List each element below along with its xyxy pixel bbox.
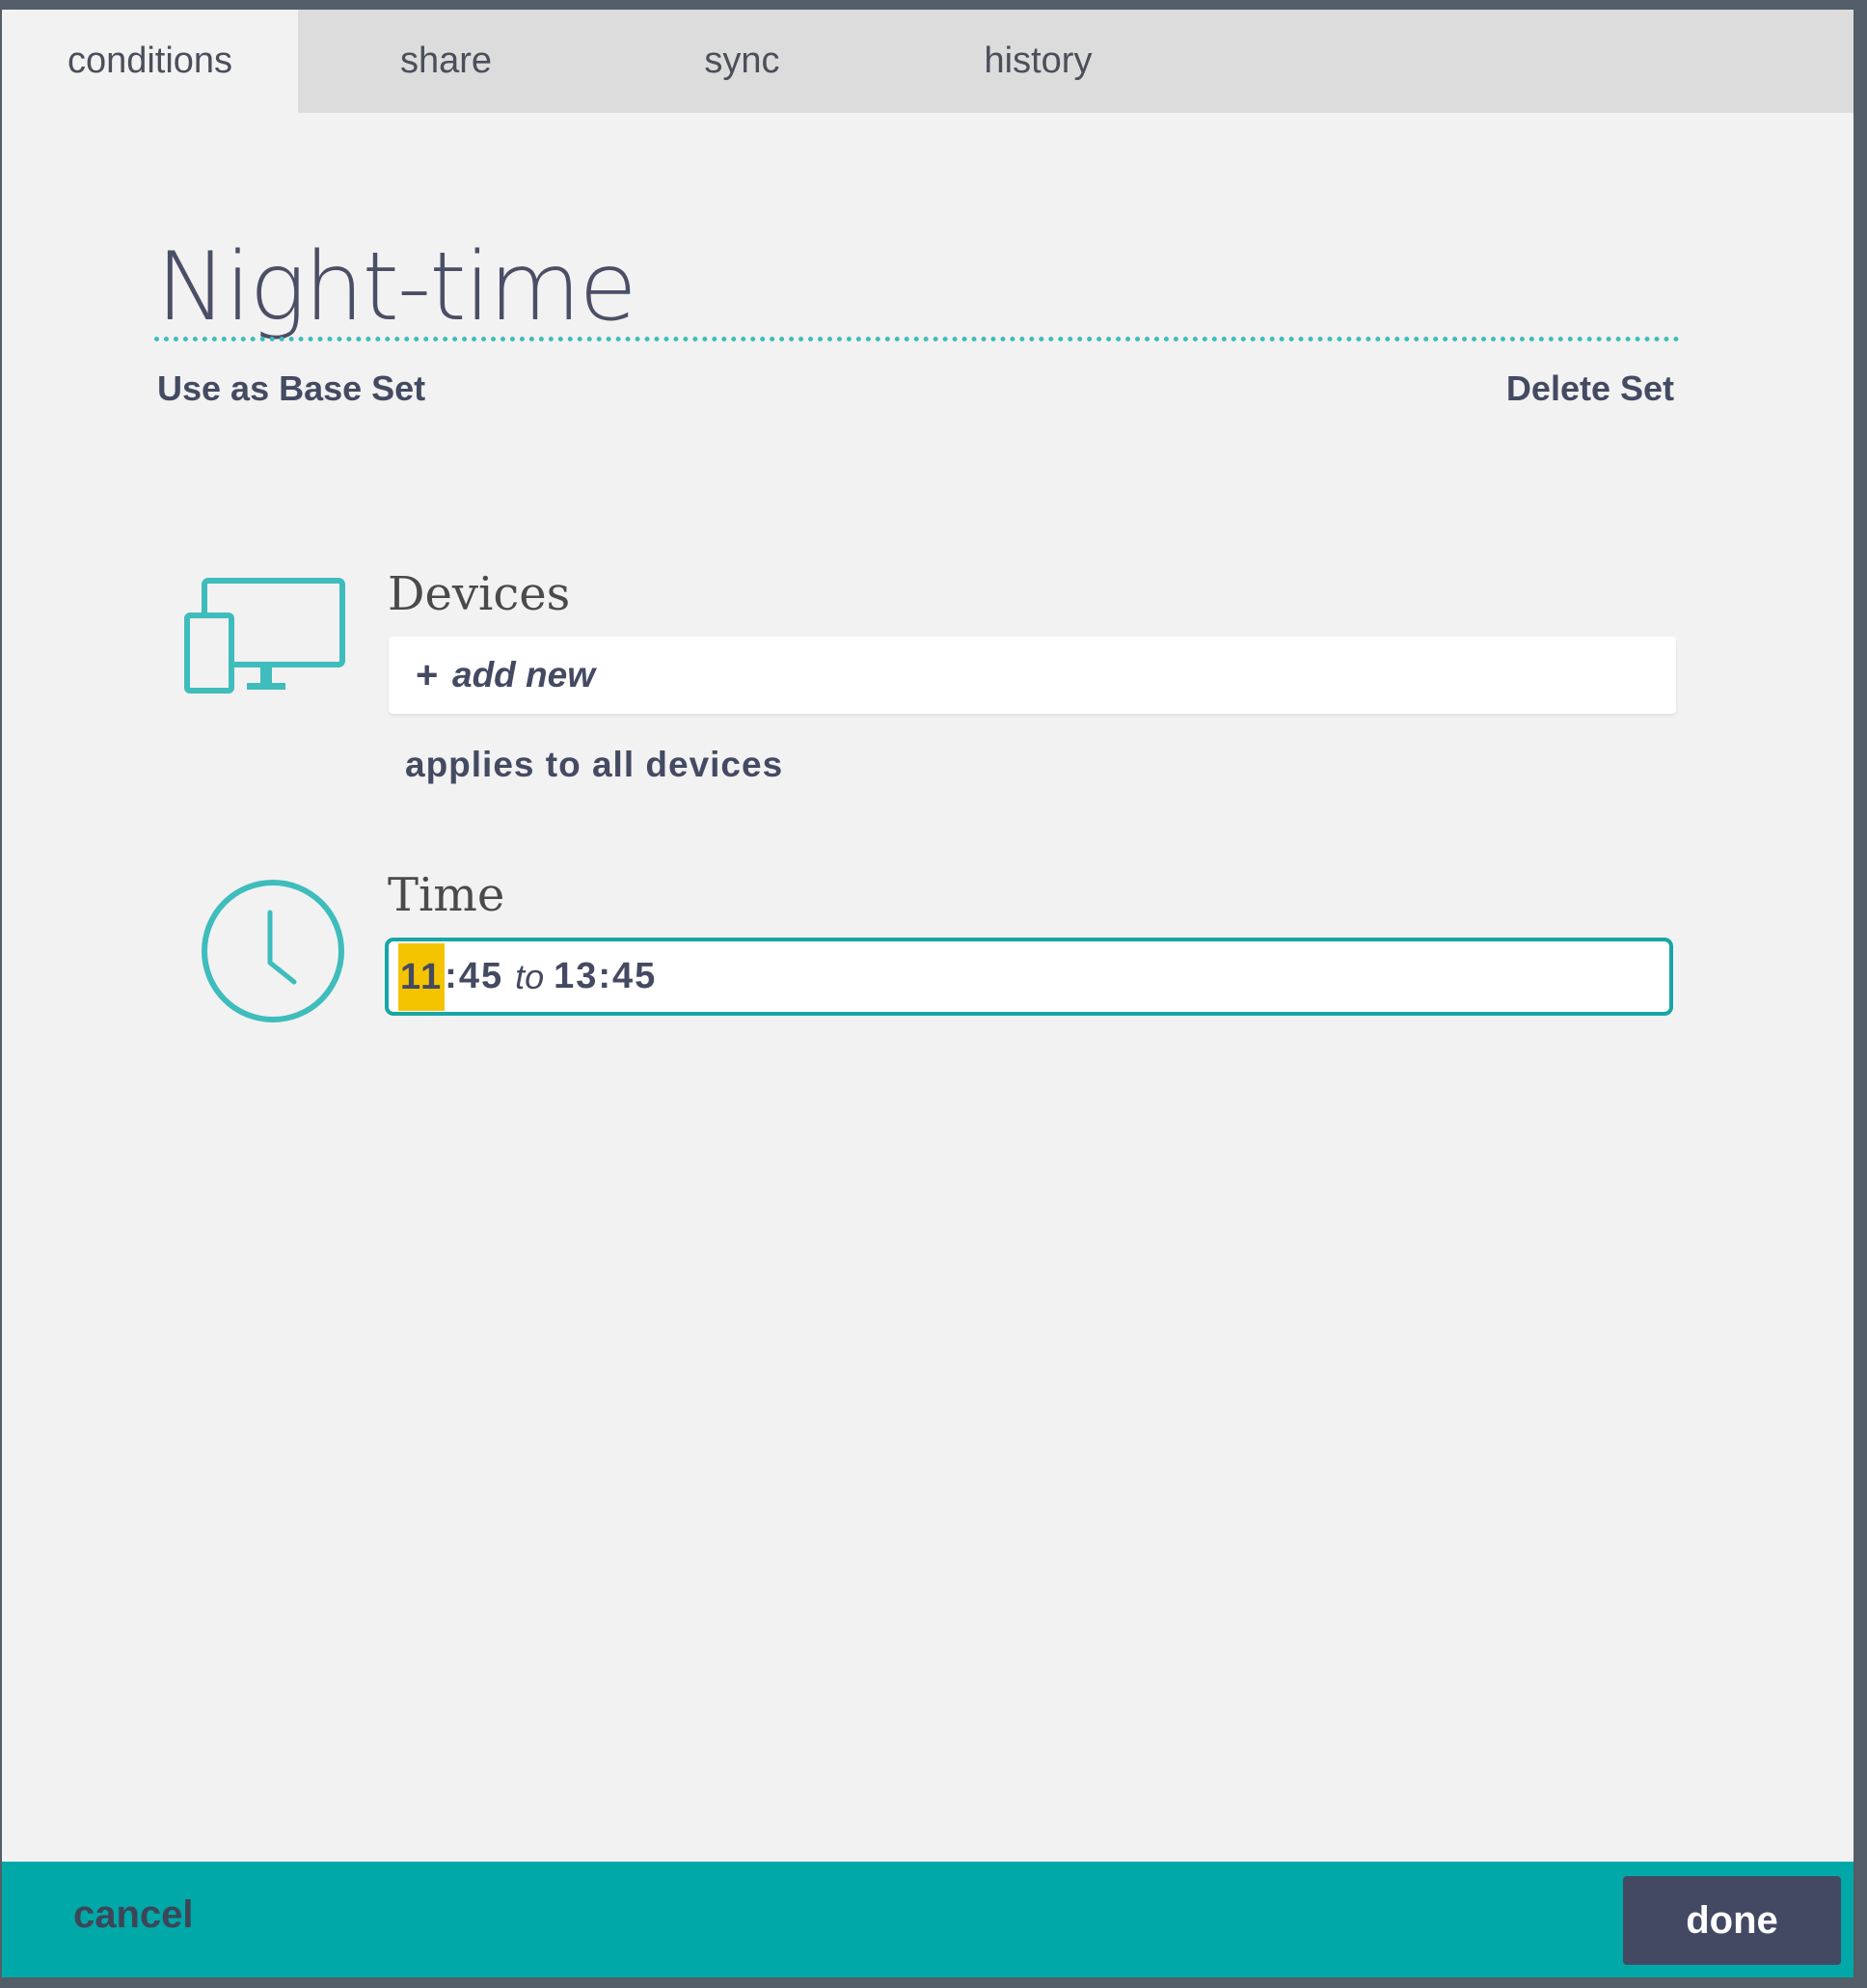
condition-editor-window: conditions share sync history Night-time… [2,10,1853,1977]
title-underline [154,337,1680,341]
tab-bar: conditions share sync history [2,10,1853,113]
time-separator: to [515,956,545,996]
devices-heading: Devices [388,567,571,621]
tab-conditions[interactable]: conditions [2,10,298,113]
done-button[interactable]: done [1623,1876,1841,1965]
tab-sync[interactable]: sync [594,10,890,113]
use-as-base-set-link[interactable]: Use as Base Set [157,368,425,409]
tab-share[interactable]: share [298,10,594,113]
devices-scope-note: applies to all devices [405,745,784,784]
clock-icon [200,878,346,1024]
time-end[interactable]: 13:45 [554,956,657,997]
plus-icon: + [416,653,439,696]
add-new-label: add new [452,655,596,694]
time-range-input[interactable]: 11 :45 to 13:45 [385,938,1673,1016]
footer-bar: cancel done [2,1862,1853,1977]
set-title[interactable]: Night-time [156,239,1670,336]
cancel-button[interactable]: cancel [73,1862,194,1968]
time-start[interactable]: 11 :45 [398,942,503,1011]
devices-icon [183,577,349,696]
time-heading: Time [388,868,505,922]
start-minutes[interactable]: :45 [445,956,503,997]
add-device-button[interactable]: + add new [389,637,1676,714]
tab-history[interactable]: history [890,10,1186,113]
selected-hour[interactable]: 11 [398,942,446,1011]
delete-set-link[interactable]: Delete Set [1506,368,1674,409]
